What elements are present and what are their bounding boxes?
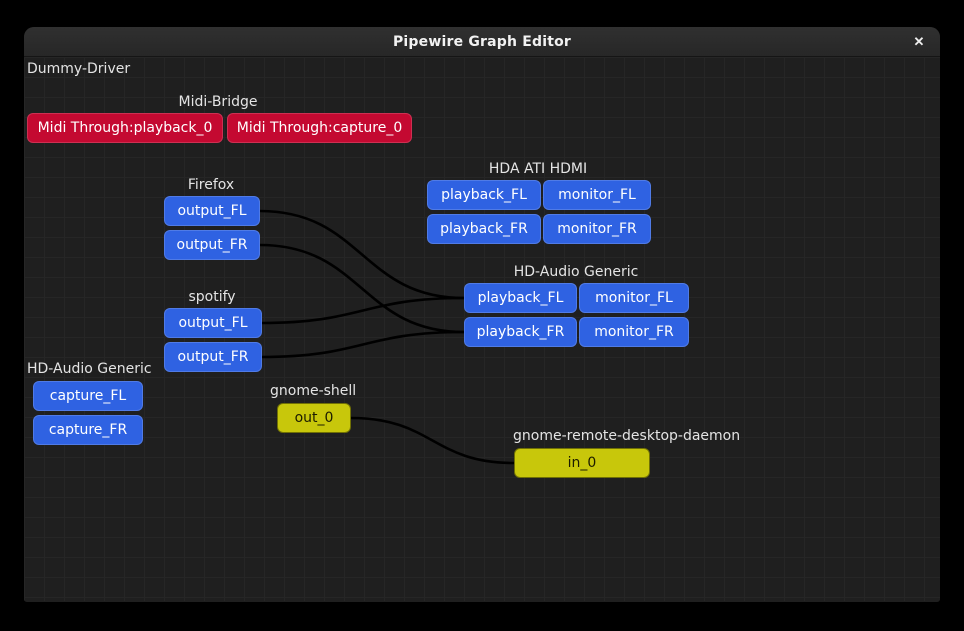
node-title-hda-ati-hdmi: HDA ATI HDMI — [489, 161, 587, 177]
titlebar[interactable]: Pipewire Graph Editor ✕ — [24, 27, 940, 57]
port-grd-in-0[interactable]: in_0 — [514, 448, 650, 478]
port-firefox-output-fl[interactable]: output_FL — [164, 196, 260, 226]
port-midi-through-capture-0[interactable]: Midi Through:capture_0 — [227, 113, 412, 143]
port-hdaudio-playback-fl[interactable]: playback_FL — [464, 283, 577, 313]
port-hdmi-monitor-fr[interactable]: monitor_FR — [543, 214, 651, 244]
port-spotify-output-fl[interactable]: output_FL — [164, 308, 262, 338]
port-spotify-output-fr[interactable]: output_FR — [164, 342, 262, 372]
port-hdmi-playback-fl[interactable]: playback_FL — [427, 180, 541, 210]
node-title-gnome-shell: gnome-shell — [270, 383, 356, 399]
wire-gnome-shell-out-to-grd-in[interactable] — [351, 418, 514, 463]
port-hdaudio-capture-fl[interactable]: capture_FL — [33, 381, 143, 411]
app-window: Pipewire Graph Editor ✕ Dummy-Driver Midi… — [24, 27, 940, 602]
port-firefox-output-fr[interactable]: output_FR — [164, 230, 260, 260]
node-title-hd-audio-generic-in: HD-Audio Generic — [27, 361, 152, 377]
port-hdaudio-playback-fr[interactable]: playback_FR — [464, 317, 577, 347]
port-hdaudio-monitor-fr[interactable]: monitor_FR — [579, 317, 689, 347]
wire-spotify-fl-to-playback-fl[interactable] — [262, 298, 464, 323]
node-title-dummy-driver: Dummy-Driver — [27, 61, 130, 77]
node-title-hd-audio-generic-out: HD-Audio Generic — [514, 264, 639, 280]
port-midi-through-playback-0[interactable]: Midi Through:playback_0 — [27, 113, 223, 143]
node-title-firefox: Firefox — [188, 177, 234, 193]
port-hdmi-monitor-fl[interactable]: monitor_FL — [543, 180, 651, 210]
wire-spotify-fr-to-playback-fr[interactable] — [262, 332, 464, 357]
graph-canvas[interactable]: Dummy-Driver Midi-Bridge Midi Through:play… — [24, 57, 940, 601]
node-title-midi-bridge: Midi-Bridge — [179, 94, 258, 110]
port-gnome-shell-out-0[interactable]: out_0 — [277, 403, 351, 433]
node-title-gnome-remote-desktop-daemon: gnome-remote-desktop-daemon — [513, 428, 740, 444]
node-title-spotify: spotify — [188, 289, 235, 305]
wire-firefox-fr-to-playback-fr[interactable] — [260, 245, 464, 332]
desktop-background: Pipewire Graph Editor ✕ Dummy-Driver Midi… — [0, 0, 964, 631]
close-icon[interactable]: ✕ — [908, 31, 930, 53]
port-hdaudio-capture-fr[interactable]: capture_FR — [33, 415, 143, 445]
window-title: Pipewire Graph Editor — [393, 34, 571, 50]
port-hdmi-playback-fr[interactable]: playback_FR — [427, 214, 541, 244]
port-hdaudio-monitor-fl[interactable]: monitor_FL — [579, 283, 689, 313]
